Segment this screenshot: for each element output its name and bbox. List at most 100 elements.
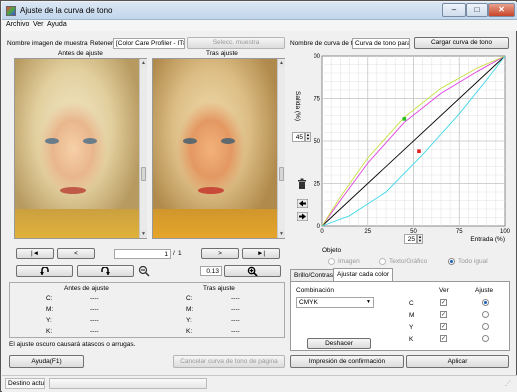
zoom-value-field[interactable]: 0.13 (200, 266, 222, 276)
page-separator: / (173, 250, 175, 257)
adjust-color-panel: Combinación Ver Ajuste CMYK ▼ C M Y K ✓ … (290, 281, 510, 351)
y-tick-label: 50 (314, 139, 321, 145)
task-field[interactable]: [Color Care Profiler - IT874... (113, 38, 185, 49)
channel-y-label: Y (409, 324, 414, 331)
values-after-y-label: Y: (186, 317, 192, 324)
values-after-m: ---- (231, 306, 240, 313)
values-before-k-label: K: (46, 328, 53, 335)
arrow-right-icon[interactable] (296, 211, 309, 222)
menu-ver[interactable]: Ver (33, 21, 44, 28)
output-value-field[interactable]: 45 (292, 132, 305, 142)
values-before-c-label: C: (46, 295, 53, 302)
current-destination-field: Destino actual (5, 378, 45, 389)
last-page-button[interactable]: ►| (242, 248, 280, 259)
zoom-out-icon[interactable] (138, 265, 150, 277)
rotate-right-button[interactable] (77, 265, 134, 277)
combination-select[interactable]: CMYK ▼ (296, 297, 374, 308)
after-scroll-thumb[interactable] (279, 167, 284, 181)
channel-y-ajuste-radio[interactable] (482, 323, 489, 330)
print-confirmation-button[interactable]: Impresión de confirmación (290, 355, 404, 368)
arrow-left-icon[interactable] (296, 198, 309, 209)
channel-k-ajuste-radio[interactable] (482, 335, 489, 342)
after-shoulder (153, 209, 277, 238)
resize-grip-icon: ⋰ (505, 381, 511, 387)
app-icon (6, 6, 16, 16)
rotate-right-icon (101, 266, 110, 275)
after-scroll-up[interactable]: ▲ (278, 59, 285, 67)
channel-c-ver-checkbox[interactable]: ✓ (440, 299, 447, 306)
values-after-header: Tras ajuste (203, 285, 235, 292)
after-preview-panel: ▲ ▼ (152, 58, 285, 239)
objeto-todo-radio[interactable] (448, 258, 455, 265)
x-tick-label: 25 (364, 229, 371, 235)
y-tick-label: 100 (314, 54, 321, 60)
rotate-left-button[interactable] (16, 265, 73, 277)
values-after-m-label: M: (186, 306, 194, 313)
zoom-in-button[interactable] (224, 265, 281, 277)
page-number-field[interactable]: 1 (114, 249, 171, 259)
output-spinner[interactable]: ▲ ▼ (305, 132, 311, 142)
maximize-button[interactable]: □ (466, 3, 488, 17)
before-shoulder (15, 209, 139, 238)
channel-m-ver-checkbox[interactable]: ✓ (440, 311, 447, 318)
before-left-eye (45, 138, 59, 144)
status-progress (49, 378, 207, 389)
objeto-texto-label: Texto/Gráfico (389, 258, 428, 265)
tab-ajustar-cada-color[interactable]: Ajustar cada color (333, 268, 394, 281)
before-scrollbar[interactable]: ▲ ▼ (139, 59, 147, 238)
values-before-m: ---- (90, 306, 99, 313)
zoom-in-icon (247, 266, 258, 276)
next-page-button[interactable]: > (201, 248, 239, 259)
objeto-title: Objeto (322, 247, 342, 254)
objeto-imagen-radio[interactable] (328, 258, 335, 265)
close-button[interactable]: ✕ (488, 3, 515, 17)
before-adjust-label: Antes de ajuste (58, 50, 103, 57)
values-before-y-label: Y: (46, 317, 52, 324)
minimize-button[interactable]: – (442, 3, 466, 17)
after-adjust-label: Tras ajuste (206, 50, 238, 57)
main-window: Ajuste de la curva de tono – □ ✕ Archivo… (0, 0, 517, 392)
control-point-0 (402, 117, 407, 121)
control-point-1 (417, 149, 421, 153)
prev-page-button[interactable]: < (57, 248, 95, 259)
chart-ylabel: Salida (%) (294, 91, 301, 121)
cancel-curve-button[interactable]: Cancelar curva de tono de página (173, 355, 285, 368)
after-scrollbar[interactable]: ▲ ▼ (277, 59, 285, 238)
trash-icon[interactable] (297, 178, 307, 189)
channel-y-ver-checkbox[interactable]: ✓ (440, 323, 447, 330)
x-tick-label: 75 (456, 229, 463, 235)
values-after-c: ---- (231, 295, 240, 302)
after-right-eye (221, 138, 235, 144)
undo-button[interactable]: Deshacer (307, 338, 371, 349)
apply-button[interactable]: Aplicar (406, 355, 509, 368)
values-before-m-label: M: (46, 306, 54, 313)
before-scroll-thumb[interactable] (141, 167, 146, 181)
before-scroll-down[interactable]: ▼ (140, 230, 147, 238)
ver-header: Ver (439, 287, 449, 294)
objeto-texto-radio[interactable] (379, 258, 386, 265)
load-curve-button[interactable]: Cargar curva de tono (414, 37, 509, 49)
menu-ayuda[interactable]: Ayuda (47, 21, 67, 28)
channel-k-ver-checkbox[interactable]: ✓ (440, 335, 447, 342)
select-sample-button[interactable]: Selecc. muestra (187, 37, 285, 49)
sample-name-label: Nombre imagen de muestra (7, 40, 88, 47)
input-spinner[interactable]: ▲ ▼ (417, 234, 423, 244)
first-page-button[interactable]: |◄ (16, 248, 54, 259)
help-button[interactable]: Ayuda(F1) (9, 355, 84, 368)
channel-m-label: M (409, 312, 415, 319)
tone-curve-chart[interactable]: 10075502500255075100Entrada (%) (314, 51, 514, 246)
before-lips (60, 187, 86, 194)
curve-name-field[interactable]: Curva de tono para ... (352, 38, 410, 49)
menu-archivo[interactable]: Archivo (6, 21, 29, 28)
after-left-eye (183, 138, 197, 144)
channel-c-ajuste-radio[interactable] (482, 299, 489, 306)
objeto-imagen-label: Imagen (338, 258, 360, 265)
channel-m-ajuste-radio[interactable] (482, 311, 489, 318)
input-value-field[interactable]: 25 (404, 234, 417, 244)
chart-xlabel: Entrada (%) (470, 236, 505, 243)
channel-c-label: C (409, 300, 414, 307)
status-bar: Destino actual ⋰ (2, 375, 517, 392)
chevron-down-icon: ▼ (366, 299, 371, 305)
after-scroll-down[interactable]: ▼ (278, 230, 285, 238)
before-scroll-up[interactable]: ▲ (140, 59, 147, 67)
